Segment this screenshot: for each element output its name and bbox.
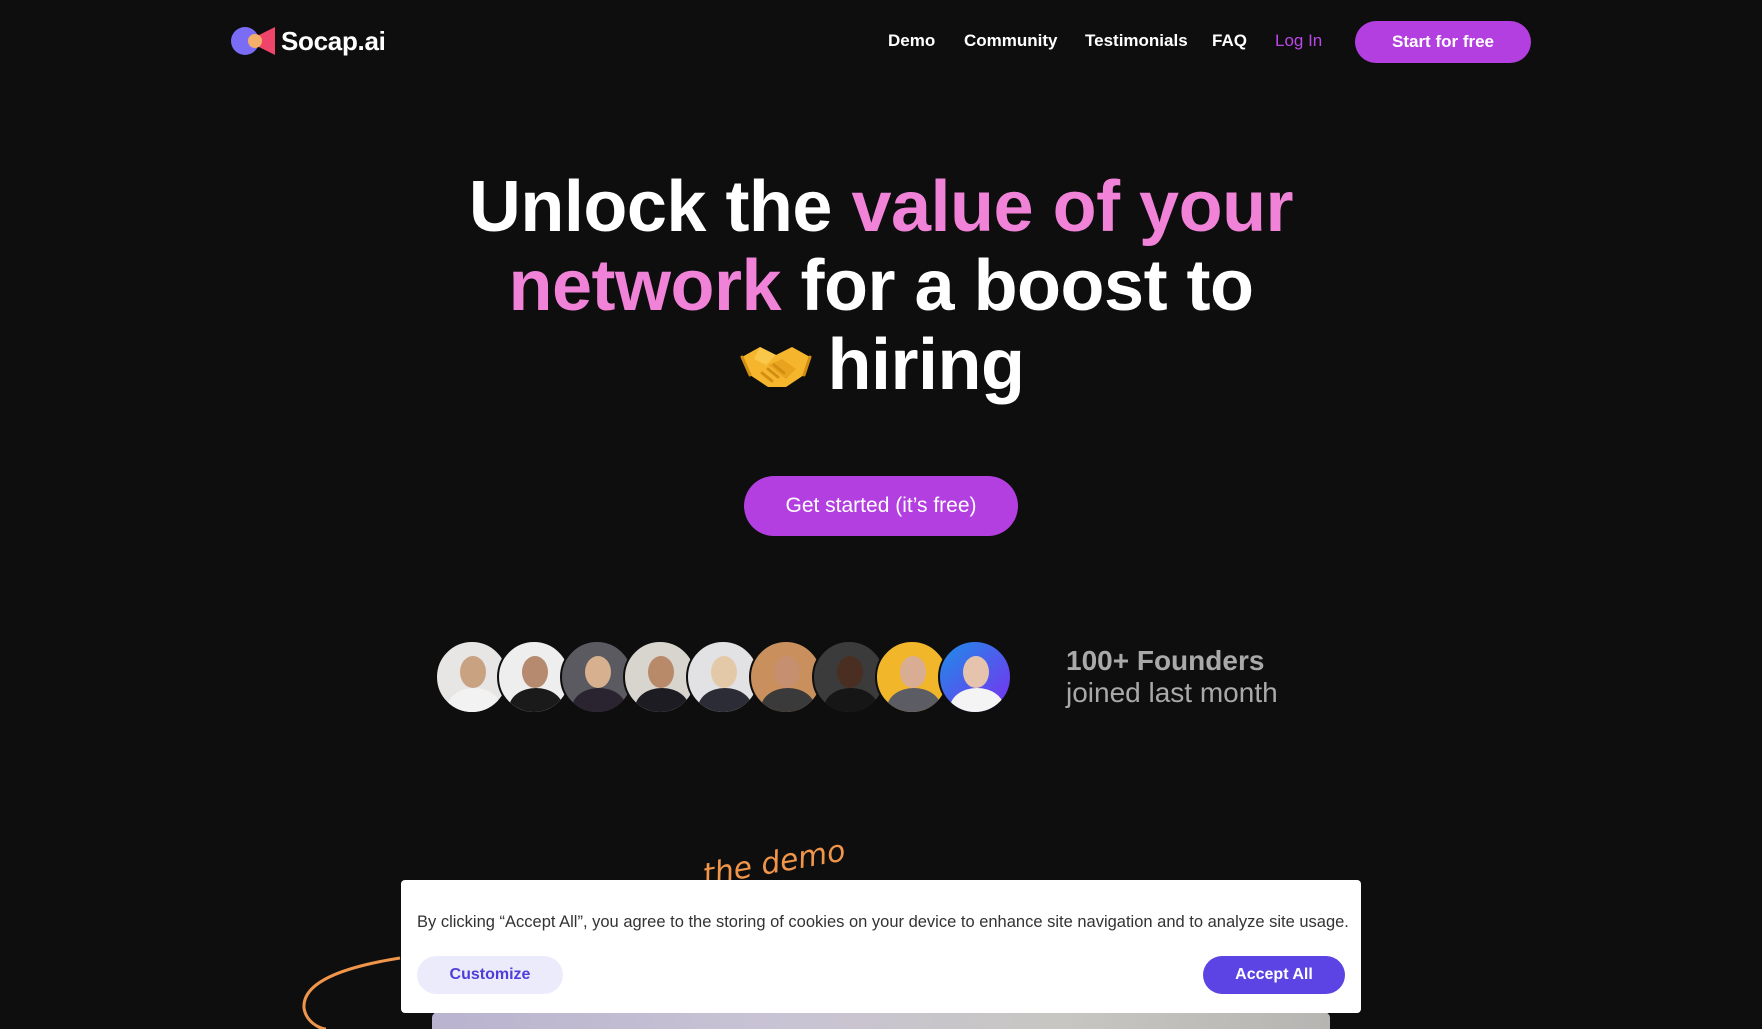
hero-text-pink-2: network — [508, 246, 782, 326]
founders-count: 100+ Founders — [1066, 645, 1265, 676]
founders-subtitle: joined last month — [1066, 677, 1278, 708]
cookie-text: By clicking “Accept All”, you agree to t… — [417, 913, 1349, 931]
customize-button[interactable]: Customize — [417, 956, 563, 994]
hero-text-white-3: hiring — [827, 325, 1025, 405]
hero-line-2: network for a boost to — [381, 247, 1381, 326]
logo-icon — [231, 25, 275, 57]
nav-link-testimonials[interactable]: Testimonials — [1085, 31, 1188, 51]
hero-text-white-2: for a boost to — [781, 246, 1254, 326]
cookie-banner: By clicking “Accept All”, you agree to t… — [401, 880, 1361, 1013]
hero-line-3: hiring — [381, 326, 1381, 405]
founders-stat: 100+ Founders joined last month — [1066, 644, 1278, 709]
get-started-button[interactable]: Get started (it’s free) — [744, 476, 1018, 536]
avatar — [938, 640, 1012, 714]
hero-text-white-1: Unlock the — [468, 167, 852, 247]
hero-line-1: Unlock the value of your — [381, 168, 1381, 247]
handshake-emoji-icon — [740, 347, 812, 387]
demo-video-preview[interactable] — [432, 1012, 1330, 1029]
nav-link-community[interactable]: Community — [964, 31, 1058, 51]
nav-link-faq[interactable]: FAQ — [1212, 31, 1247, 51]
top-nav: Socap.ai Demo Community Testimonials FAQ… — [0, 0, 1762, 84]
logo[interactable]: Socap.ai — [231, 25, 386, 57]
nav-link-demo[interactable]: Demo — [888, 31, 935, 51]
hero-headline: Unlock the value of your network for a b… — [381, 168, 1381, 405]
hero-text-pink-1: value of your — [851, 167, 1294, 247]
page: Socap.ai Demo Community Testimonials FAQ… — [0, 0, 1762, 1029]
accept-all-button[interactable]: Accept All — [1203, 956, 1345, 994]
login-link[interactable]: Log In — [1275, 31, 1322, 51]
start-for-free-button[interactable]: Start for free — [1355, 21, 1531, 63]
logo-text: Socap.ai — [281, 25, 386, 56]
